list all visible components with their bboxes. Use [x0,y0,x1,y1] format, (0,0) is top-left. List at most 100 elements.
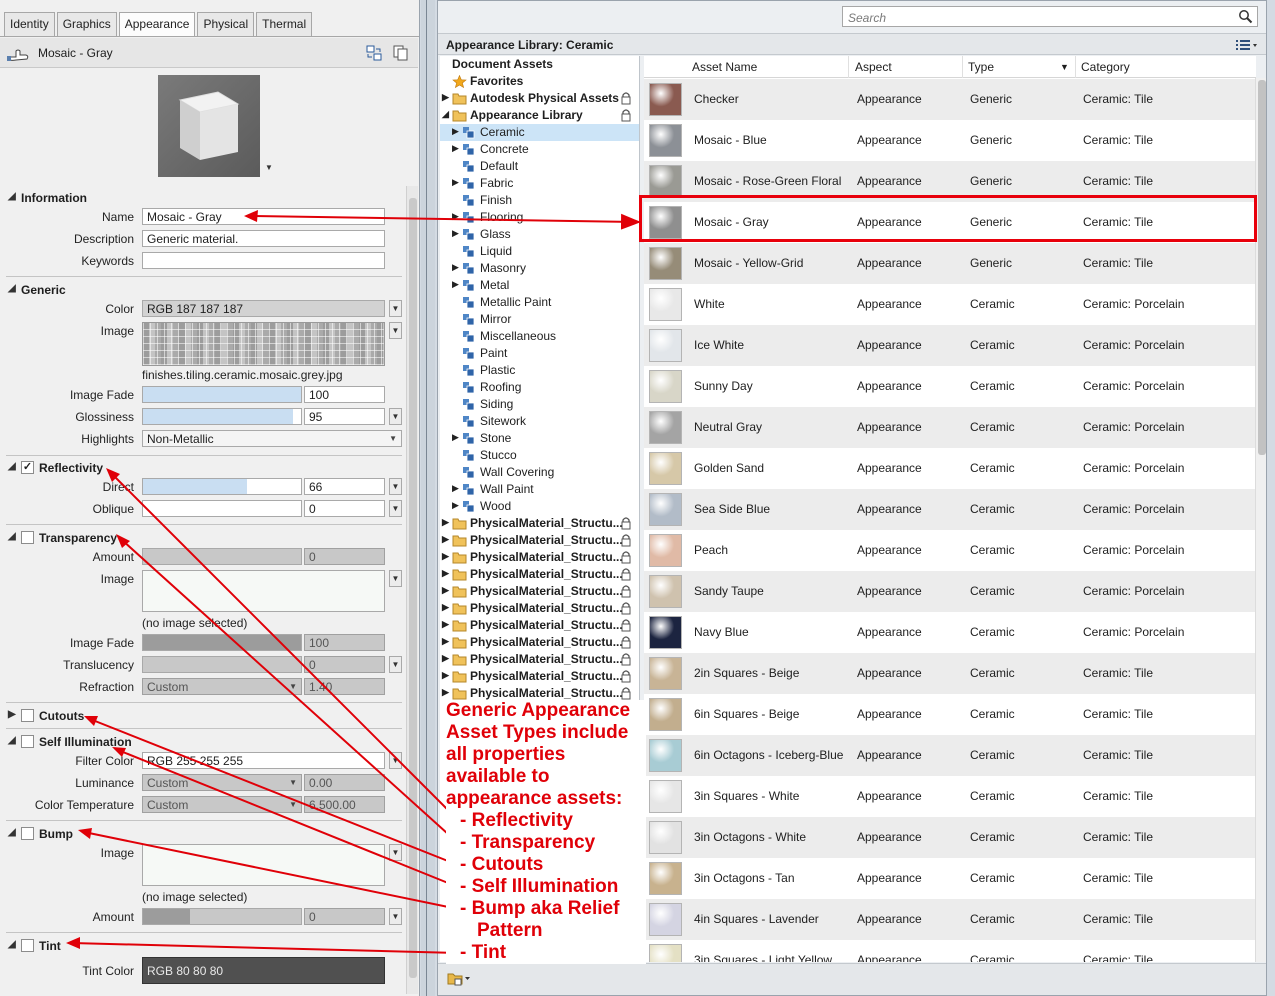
duplicate-icon[interactable] [392,44,410,62]
highlights-select[interactable]: Non-Metallic ▼ [142,430,402,447]
expand-arrow-icon[interactable]: ▶ [452,228,459,239]
expand-arrow-icon[interactable]: ▶ [442,636,449,647]
expand-arrow-icon[interactable]: ▶ [442,551,449,562]
bump-checkbox[interactable] [21,827,34,840]
tree-item[interactable]: ▶ Autodesk Physical Assets [440,90,639,107]
tab-graphics[interactable]: Graphics [56,12,117,36]
reflectivity-checkbox[interactable]: ✓ [21,461,34,474]
collapse-triangle-icon[interactable]: ◢ [8,191,16,202]
tree-item[interactable]: Finish [440,192,639,209]
tab-physical[interactable]: Physical [197,12,255,36]
scrollbar-thumb[interactable] [409,198,417,978]
tree-item[interactable]: Favorites [440,73,639,90]
expand-arrow-icon[interactable]: ▶ [452,279,459,290]
tab-thermal[interactable]: Thermal [256,12,313,36]
bump-amount-value[interactable]: 0 [304,908,385,925]
collapse-triangle-icon[interactable]: ◢ [8,531,16,542]
tree-item[interactable]: ▶ Flooring [440,209,639,226]
translucency-dropdown[interactable]: ▼ [389,656,402,673]
tree-item[interactable]: ▶ PhysicalMaterial_Structu... [440,515,639,532]
asset-row[interactable]: Sandy Taupe Appearance Ceramic Ceramic: Por… [644,571,1256,612]
transparency-image-fade-value[interactable]: 100 [304,634,385,651]
tree-item[interactable]: ▶ PhysicalMaterial_Structu... [440,566,639,583]
tree-item[interactable]: ▶ Masonry [440,260,639,277]
expand-arrow-icon[interactable]: ▶ [452,500,459,511]
sort-descending-icon[interactable]: ▼ [1060,62,1069,72]
asset-row[interactable]: Peach Appearance Ceramic Ceramic: Porcelain [644,530,1256,571]
expand-arrow-icon[interactable]: ▶ [442,687,449,698]
asset-row[interactable]: Neutral Gray Appearance Ceramic Ceramic: Po… [644,407,1256,448]
asset-row[interactable]: Navy Blue Appearance Ceramic Ceramic: Porce… [644,612,1256,653]
description-field[interactable]: Generic material. [142,230,385,247]
swap-asset-icon[interactable] [365,44,383,62]
collapse-triangle-icon[interactable]: ◢ [8,939,16,950]
tree-item[interactable]: ▶ PhysicalMaterial_Structu... [440,600,639,617]
tab-appearance[interactable]: Appearance [118,12,196,37]
tree-item[interactable]: Mirror [440,311,639,328]
refraction-select[interactable]: Custom ▼ [142,678,302,695]
column-aspect[interactable]: Aspect [855,60,892,74]
transparency-amount-slider[interactable] [142,548,302,565]
grid-scrollbar[interactable] [1255,78,1266,962]
bump-image-dropdown[interactable]: ▼ [389,844,402,861]
color-temperature-value[interactable]: 6,500.00 [304,796,385,813]
name-field[interactable]: Mosaic - Gray [142,208,385,225]
image-fade-value[interactable]: 100 [304,386,385,403]
asset-row[interactable]: 2in Squares - Beige Appearance Ceramic Cera… [644,653,1256,694]
tint-color-field[interactable]: RGB 80 80 80 [142,957,385,984]
asset-row[interactable]: 6in Octagons - Iceberg-Blue Appearance Cer… [644,735,1256,776]
column-type[interactable]: Type [968,60,994,74]
expand-arrow-icon[interactable]: ▶ [442,534,449,545]
glossiness-slider[interactable] [142,408,302,425]
collapse-arrow-icon[interactable]: ◢ [442,109,449,120]
open-library-icon[interactable] [446,970,472,986]
translucency-slider[interactable] [142,656,302,673]
color-temperature-select[interactable]: Custom ▼ [142,796,302,813]
glossiness-dropdown[interactable]: ▼ [389,408,402,425]
expand-arrow-icon[interactable]: ▶ [452,143,459,154]
tree-item[interactable]: Metallic Paint [440,294,639,311]
column-asset-name[interactable]: Asset Name [692,60,757,74]
color-field[interactable]: RGB 187 187 187 [142,300,385,317]
expand-triangle-icon[interactable]: ▶ [8,709,16,720]
asset-row[interactable]: Checker Appearance Generic Ceramic: Tile [644,79,1256,120]
expand-arrow-icon[interactable]: ▶ [452,126,459,137]
tree-item[interactable]: ▶ PhysicalMaterial_Structu... [440,634,639,651]
collapse-triangle-icon[interactable]: ◢ [8,827,16,838]
translucency-value[interactable]: 0 [304,656,385,673]
direct-value[interactable]: 66 [304,478,385,495]
bump-image-slot[interactable] [142,844,385,886]
tree-item[interactable]: Paint [440,345,639,362]
asset-row[interactable]: Sea Side Blue Appearance Ceramic Ceramic: P… [644,489,1256,530]
tree-item[interactable]: ▶ Concrete [440,141,639,158]
expand-arrow-icon[interactable]: ▶ [442,670,449,681]
tree-item[interactable]: ▶ PhysicalMaterial_Structu... [440,583,639,600]
collapse-triangle-icon[interactable]: ◢ [8,735,16,746]
tree-item[interactable]: Roofing [440,379,639,396]
tree-item[interactable]: ▶ Ceramic [440,124,639,141]
tree-item[interactable]: ▶ Glass [440,226,639,243]
column-category[interactable]: Category [1081,60,1130,74]
tree-item[interactable]: ◢ Appearance Library [440,107,639,124]
self-illumination-checkbox[interactable] [21,735,34,748]
preview-options-arrow[interactable]: ▼ [265,163,273,172]
section-self-illumination[interactable]: ◢ Self Illumination [0,732,404,752]
transparency-image-dropdown[interactable]: ▼ [389,570,402,587]
asset-row[interactable]: Mosaic - Blue Appearance Generic Ceramic: T… [644,120,1256,161]
tree-item[interactable]: ▶ PhysicalMaterial_Structu... [440,532,639,549]
glossiness-value[interactable]: 95 [304,408,385,425]
bump-amount-dropdown[interactable]: ▼ [389,908,402,925]
asset-row[interactable]: Mosaic - Yellow-Grid Appearance Generic Cer… [644,243,1256,284]
direct-dropdown[interactable]: ▼ [389,478,402,495]
section-reflectivity[interactable]: ◢ ✓ Reflectivity [0,458,404,478]
search-icon[interactable] [1238,9,1253,24]
collapse-triangle-icon[interactable]: ◢ [8,461,16,472]
image-fade-slider[interactable] [142,386,302,403]
expand-arrow-icon[interactable]: ▶ [442,92,449,103]
transparency-image-slot[interactable] [142,570,385,612]
tree-item[interactable]: ▶ Fabric [440,175,639,192]
asset-row[interactable]: Golden Sand Appearance Ceramic Ceramic: Por… [644,448,1256,489]
collapse-triangle-icon[interactable]: ◢ [8,283,16,294]
expand-arrow-icon[interactable]: ▶ [442,619,449,630]
asset-row[interactable]: 3in Squares - White Appearance Ceramic Cera… [644,776,1256,817]
